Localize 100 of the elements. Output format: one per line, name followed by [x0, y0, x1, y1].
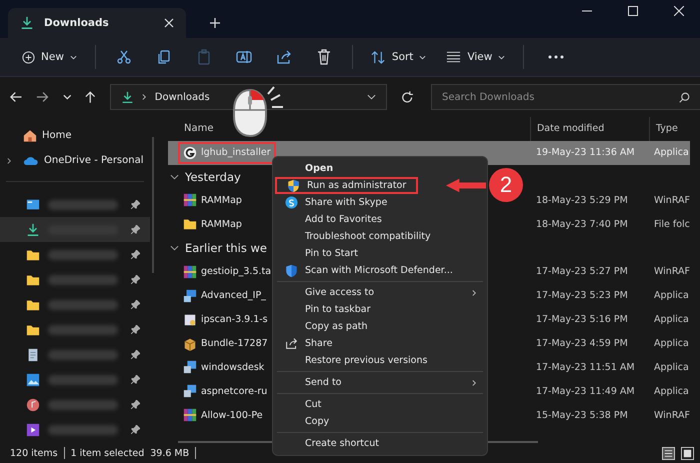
- view-button[interactable]: View: [438, 47, 514, 67]
- pin-icon: [131, 400, 140, 409]
- pin-icon: [131, 350, 140, 359]
- folder-icon: [26, 272, 40, 286]
- chevron-icon: [142, 93, 147, 101]
- new-tab-icon[interactable]: [210, 18, 220, 28]
- file-name[interactable]: aspnetcore-ru: [178, 380, 272, 402]
- pin-icon: [131, 325, 140, 334]
- maximize-icon[interactable]: [628, 6, 638, 16]
- tiles-view-icon[interactable]: [681, 446, 694, 460]
- menu-item[interactable]: Share with Skype: [273, 194, 487, 211]
- group-header[interactable]: Earlier this we: [184, 241, 267, 256]
- shield-icon: [286, 178, 300, 192]
- new-button[interactable]: New: [14, 46, 85, 68]
- menu-item[interactable]: Share: [273, 335, 487, 352]
- download-icon: [26, 222, 40, 236]
- close-icon[interactable]: [674, 6, 684, 16]
- pin-icon: [131, 250, 140, 259]
- menu-item[interactable]: Restore previous versions: [273, 352, 487, 369]
- plus-circle-icon: [22, 50, 35, 64]
- menu-item[interactable]: Open: [273, 160, 487, 177]
- blurred-label: [48, 274, 118, 284]
- menu-item[interactable]: Troubleshoot compatibility: [273, 228, 487, 245]
- app-icon: [182, 312, 197, 327]
- file-name[interactable]: RAMMap: [178, 213, 247, 236]
- pictures-icon: [26, 372, 40, 386]
- music-icon: [26, 398, 40, 412]
- menu-item[interactable]: Cut: [273, 396, 487, 413]
- recent-dropdown-icon[interactable]: [62, 94, 72, 100]
- up-icon[interactable]: [85, 90, 96, 104]
- pin-icon: [131, 425, 140, 434]
- date-cell-text: 17-May-23 5:27 PM: [534, 265, 629, 280]
- sort-button[interactable]: Sort: [362, 46, 434, 68]
- dropdown-icon[interactable]: [366, 94, 376, 100]
- folder-icon: [182, 217, 197, 232]
- menu-item[interactable]: Add to Favorites: [273, 211, 487, 228]
- installer-icon: [182, 384, 197, 398]
- column-header[interactable]: Name: [184, 123, 214, 134]
- file-name[interactable]: windowsdesk: [178, 356, 270, 378]
- menu-item[interactable]: Copy: [273, 413, 487, 430]
- step-number: 2: [489, 168, 523, 202]
- file-name[interactable]: Allow-100-Pe: [178, 404, 268, 426]
- paste-icon: [196, 49, 212, 65]
- menu-item[interactable]: Give access to: [273, 284, 487, 301]
- more-options-icon[interactable]: [548, 55, 564, 59]
- forward-icon[interactable]: [36, 91, 49, 103]
- archive-icon: [182, 264, 197, 279]
- selection-size: 39.6 MB: [150, 448, 190, 458]
- path-text: Downloads: [154, 92, 210, 102]
- type-cell-text: WinRAF: [652, 194, 690, 208]
- videos-icon: [26, 422, 40, 436]
- address-bar[interactable]: Downloads: [110, 84, 387, 110]
- blurred-label: [48, 300, 118, 310]
- file-name[interactable]: ipscan-3.9.1-s: [178, 308, 273, 331]
- menu-item[interactable]: Pin to taskbar: [273, 301, 487, 318]
- selection-info: 1 item selected: [70, 448, 144, 458]
- search-field[interactable]: Search Downloads: [431, 84, 700, 110]
- back-icon[interactable]: [10, 91, 22, 103]
- lines-icon: [446, 51, 462, 63]
- menu-item[interactable]: Create shortcut: [273, 435, 487, 452]
- file-name[interactable]: RAMMap: [178, 189, 247, 212]
- date-cell-text: 18-May-23 5:29 PM: [534, 194, 629, 208]
- mouse-drawing: [230, 86, 286, 138]
- menu-item[interactable]: Copy as path: [273, 318, 487, 335]
- pin-icon: [131, 275, 140, 284]
- menu-item[interactable]: Run as administrator: [275, 177, 418, 194]
- type-cell-text: WinRAF: [652, 265, 690, 280]
- pin-icon: [131, 225, 140, 234]
- date-cell-text: 17-May-23 4:59 PM: [534, 337, 629, 352]
- menu-item[interactable]: Pin to Start: [273, 245, 487, 262]
- network-icon: [182, 288, 197, 303]
- date-cell-text: 15-May-23 5:38 PM: [534, 408, 629, 423]
- sidebar-item[interactable]: Home: [0, 123, 150, 148]
- expand-icon[interactable]: [6, 156, 12, 164]
- pin-icon: [131, 300, 140, 309]
- file-name[interactable]: Bundle-17287: [178, 332, 273, 355]
- logo-app-icon: [182, 146, 197, 160]
- type-cell: Applica: [648, 140, 690, 165]
- sort-arrows-icon: [370, 50, 386, 64]
- details-view-icon[interactable]: [662, 446, 675, 460]
- callout-arrow: [446, 178, 486, 193]
- archive-icon: [182, 408, 197, 422]
- sidebar-item[interactable]: OneDrive - Personal: [0, 148, 150, 173]
- file-name[interactable]: Advanced_IP_: [178, 284, 271, 307]
- s-circle-icon: [284, 196, 298, 209]
- file-name[interactable]: lghub_installer: [178, 142, 276, 164]
- refresh-icon[interactable]: [400, 90, 413, 104]
- blurred-label: [48, 200, 118, 210]
- blurred-label: [48, 400, 118, 410]
- collapse-chevron-icon[interactable]: [170, 245, 179, 252]
- window-tab[interactable]: Downloads: [8, 8, 186, 38]
- collapse-chevron-icon[interactable]: [170, 174, 179, 180]
- type-cell-text: Applica: [652, 360, 690, 375]
- copy-icon: [156, 49, 172, 65]
- group-header[interactable]: Yesterday: [184, 170, 241, 184]
- close-tab-icon[interactable]: [164, 18, 174, 28]
- type-cell-text: Applica: [652, 337, 690, 352]
- desktop-icon: [26, 198, 40, 212]
- menu-item[interactable]: Send to: [273, 374, 487, 391]
- date-cell-text: 17-May-23 5:16 PM: [534, 313, 629, 328]
